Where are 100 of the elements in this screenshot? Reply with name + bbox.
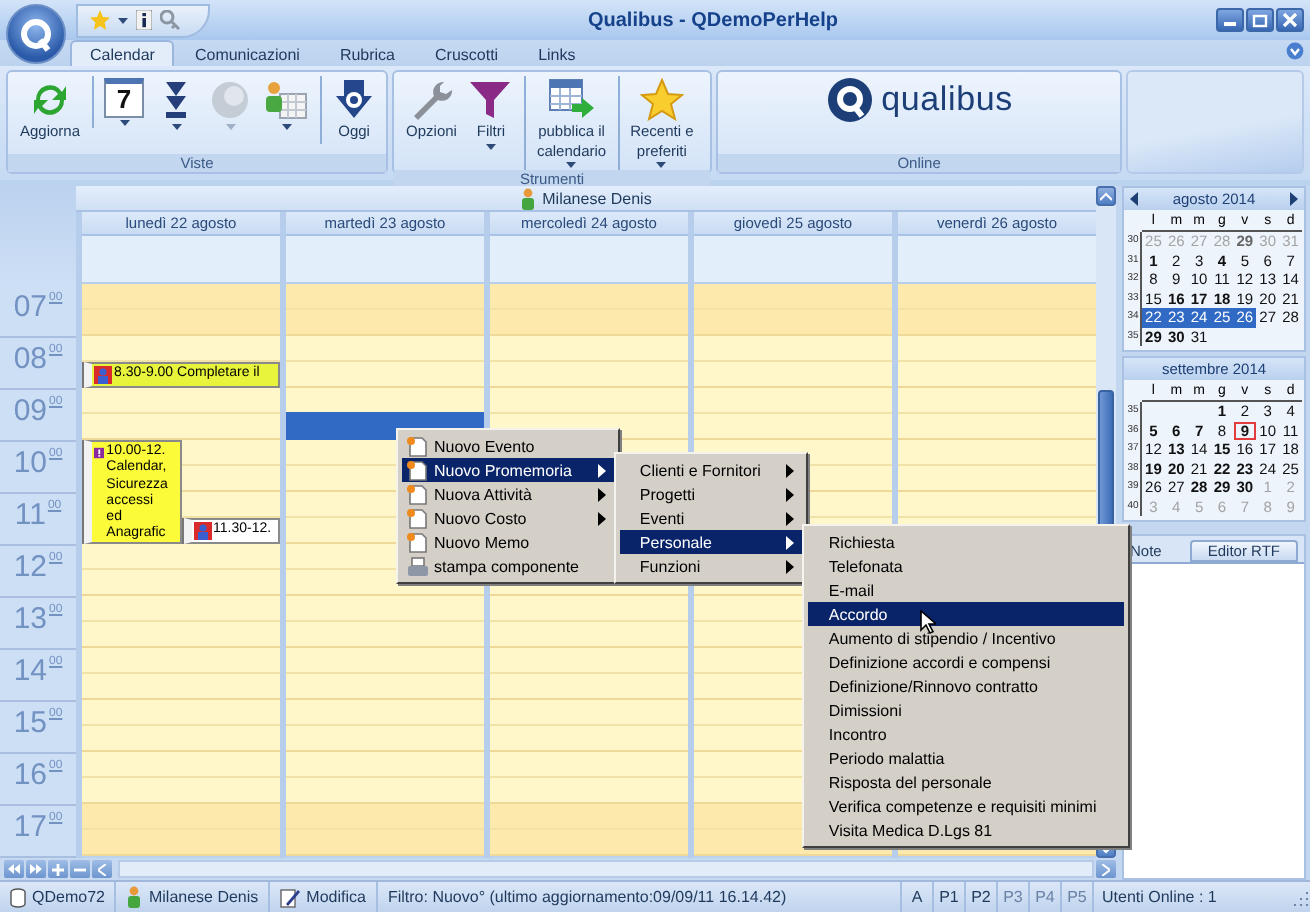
person-icon [94,366,112,384]
menu-item[interactable]: Progetti [619,482,803,506]
previous-month-icon[interactable] [1130,192,1138,206]
status-text: Modifica [306,888,366,906]
menu-item[interactable]: Personale [619,530,803,554]
minus-icon [74,863,86,875]
next-month-icon[interactable] [1290,192,1298,206]
menu-item[interactable]: Nuovo Memo [402,530,614,554]
scroll-right-button[interactable] [1096,860,1116,878]
mouse-pointer-icon [920,610,937,634]
hour-label: 15 [13,706,47,744]
menu-item[interactable]: Nuovo Costo [402,506,614,530]
menu-item[interactable]: Nuovo Evento [402,434,614,458]
ribbon-tab[interactable]: Rubrica [319,40,416,66]
resource-name: Milanese Denis [542,189,652,207]
online-users: Utenti Online : 1 [1100,888,1219,906]
resize-grip-icon [1294,889,1310,905]
priority-indicator: P5 [1062,882,1094,912]
menu-item[interactable]: Verifica competenze e requisiti minimi [808,794,1125,818]
close-icon [1282,12,1298,28]
person-icon [520,187,537,209]
document-icon [406,483,428,505]
menu-item[interactable]: Aumento di stipendio / Incentivo [808,626,1125,650]
chevron-up-icon [1100,191,1112,201]
menu-item[interactable]: Periodo malattia [808,746,1125,770]
rewind-icon [8,864,20,874]
hour-label: 14 [13,654,47,692]
menu-item[interactable]: Eventi [619,506,803,530]
menu-item[interactable]: Dimissioni [808,698,1125,722]
hour-label: 12 [13,550,47,588]
calendar-icon: 7 [104,78,145,118]
ribbon-tab[interactable]: Comunicazioni [174,40,320,66]
circle-icon [208,78,253,122]
hour-label: 09 [13,394,47,432]
fast-forward-icon [30,864,42,874]
minimize-button[interactable] [1216,8,1244,32]
menu-item[interactable]: Clienti e Fornitori [619,458,803,482]
menu-item[interactable]: Definizione accordi e compensi [808,650,1125,674]
printer-icon [406,555,428,577]
person-icon [126,886,143,908]
priority-indicator: P4 [1030,882,1062,912]
priority-indicator: A [902,882,934,912]
hour-label: 13 [13,602,47,640]
menu-item[interactable]: Incontro [808,722,1125,746]
menu-item[interactable]: Nuovo Promemoria [402,458,614,482]
scroll-left-button[interactable] [92,860,112,878]
hour-label: 08 [13,342,47,380]
status-text: Filtro: Nuovo° (ultimo aggiornamento:09/09/11 16.14.42) [387,888,787,906]
help-icon[interactable] [1286,42,1304,60]
menu-item[interactable]: Funzioni [619,554,803,578]
menu-item[interactable]: stampa componente [402,554,614,578]
caret-icon [171,124,182,130]
hour-label: 16 [13,758,47,796]
close-button[interactable] [1276,8,1304,32]
person-icon [193,522,211,540]
document-icon [406,507,428,529]
database-icon [10,887,26,907]
arrow-down-icon [332,78,377,122]
ribbon-button[interactable]: 7 [92,76,149,128]
add-button[interactable] [48,860,68,878]
priority-indicator: P1 [934,882,966,912]
caret-icon [485,143,496,149]
ribbon-tab[interactable]: Cruscotti [415,40,519,66]
filter-icon [468,78,513,122]
menu-item[interactable]: Telefonata [808,554,1125,578]
menu-item[interactable]: E-mail [808,578,1125,602]
menu-item[interactable]: Definizione/Rinnovo contratto [808,674,1125,698]
menu-item[interactable]: Visita Medica D.Lgs 81 [808,818,1125,842]
plus-icon [52,863,64,875]
document-icon [406,435,428,457]
menu-item[interactable]: Accordo [808,602,1125,626]
status-text: QDemo72 [32,888,105,906]
menu-item[interactable]: Risposta del personale [808,770,1125,794]
logo-text: qualibus [881,80,1013,120]
chevron-right-icon [1102,863,1110,875]
ribbon-tab[interactable]: Calendar [70,40,175,66]
status-text: Milanese Denis [148,888,259,906]
star-icon[interactable] [90,10,110,30]
ribbon-tab[interactable]: Links [518,40,596,66]
people-icon [264,78,309,122]
menu-item[interactable]: Richiesta [808,530,1125,554]
document-icon [406,459,428,481]
star-icon [639,78,684,122]
priority-indicator: P2 [966,882,998,912]
maximize-button[interactable] [1246,8,1274,32]
edit-icon [280,887,301,907]
window-title: Qualibus - QDemoPerHelp [585,9,841,31]
remove-button[interactable] [70,860,90,878]
hour-label: 17 [13,810,47,848]
menu-item[interactable]: Nuova Attività [402,482,614,506]
calendar-export-icon [547,78,596,122]
last-button[interactable] [26,860,46,878]
first-button[interactable] [4,860,24,878]
wrench-icon [409,78,454,122]
collapse-button[interactable] [1096,186,1116,206]
hour-label: 11 [14,498,46,536]
logo-icon [18,16,54,52]
info-icon[interactable] [136,10,152,30]
document-icon [406,531,428,553]
priority-indicator: P3 [998,882,1030,912]
